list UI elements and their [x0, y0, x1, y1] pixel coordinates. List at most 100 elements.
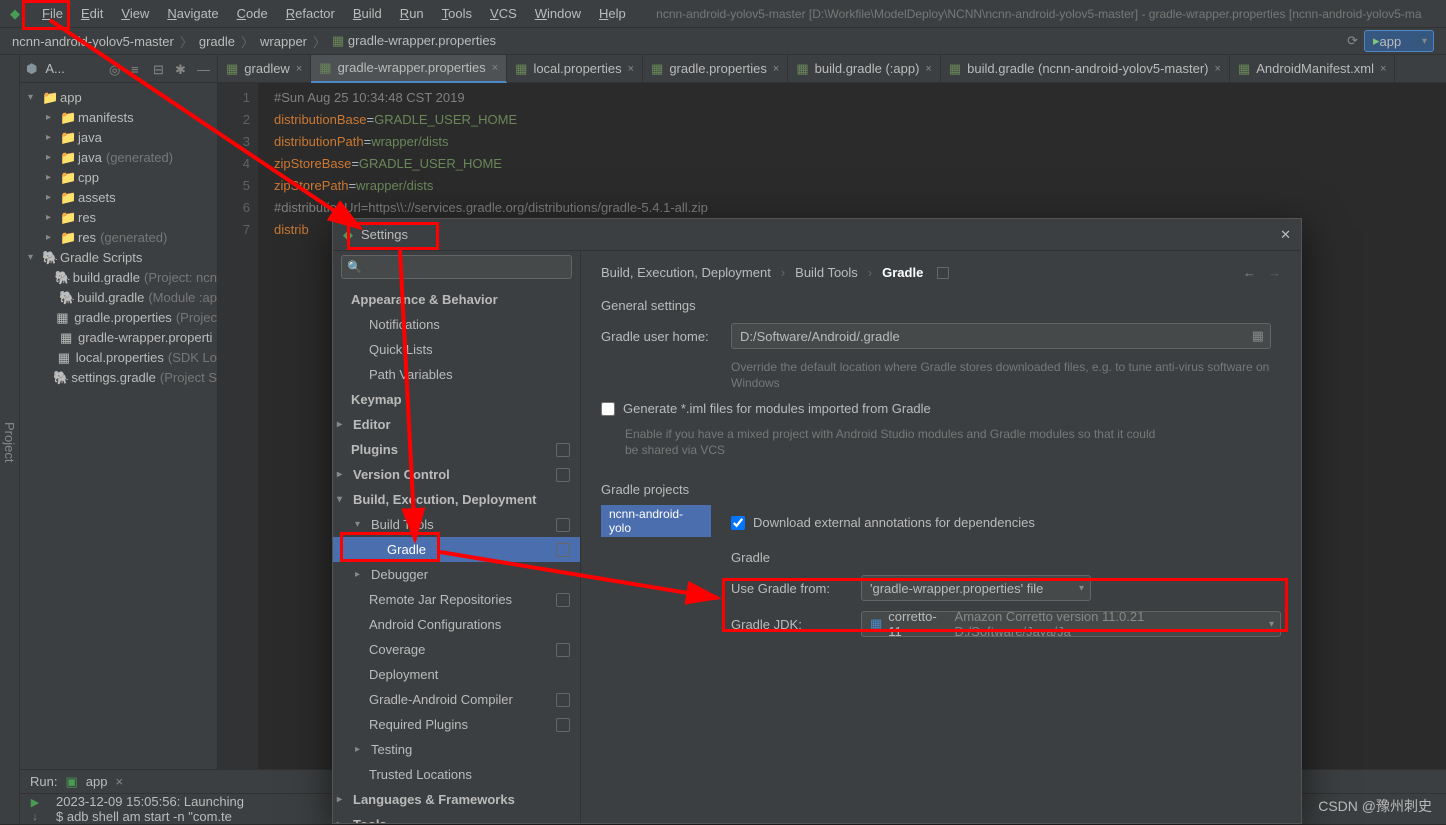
project-tree[interactable]: ▾ 📁 app ▸ 📁 manifests ▸ 📁 java ▸ 📁 java … — [20, 83, 217, 391]
menu-view[interactable]: View — [113, 2, 157, 25]
menu-refactor[interactable]: Refactor — [278, 2, 343, 25]
tree-row[interactable]: ▸ 📁 cpp — [20, 167, 217, 187]
close-tab-icon[interactable]: × — [1380, 63, 1386, 75]
close-tab-icon[interactable]: × — [773, 63, 779, 75]
settings-nav-item[interactable]: Appearance & Behavior — [333, 287, 580, 312]
menu-window[interactable]: Window — [527, 2, 589, 25]
back-icon[interactable]: ← — [1243, 265, 1256, 280]
breadcrumb-item[interactable]: ncnn-android-yolov5-master — [12, 34, 174, 49]
gradle-home-input[interactable]: D:/Software/Android/.gradle ▦ — [731, 323, 1271, 349]
settings-nav-item[interactable]: ▸Languages & Frameworks — [333, 787, 580, 812]
editor-tab[interactable]: ▦ local.properties× — [507, 55, 643, 83]
iml-hint: Enable if you have a mixed project with … — [625, 426, 1165, 458]
menu-edit[interactable]: Edit — [73, 2, 111, 25]
settings-nav-item[interactable]: ▾Build, Execution, Deployment — [333, 487, 580, 512]
menu-help[interactable]: Help — [591, 2, 634, 25]
settings-nav-item[interactable]: Gradle-Android Compiler — [333, 687, 580, 712]
close-tab-icon[interactable]: × — [296, 63, 302, 75]
settings-nav-item[interactable]: Deployment — [333, 662, 580, 687]
settings-nav-item[interactable]: ▸Testing — [333, 737, 580, 762]
gutter: 1234567 — [218, 83, 258, 769]
gradle-icon: ▦ — [796, 61, 808, 77]
filter-icon[interactable]: ≡ — [131, 62, 145, 76]
settings-nav-item[interactable]: ▸Debugger — [333, 562, 580, 587]
editor-tab[interactable]: ▦ gradle-wrapper.properties× — [311, 55, 507, 83]
settings-nav-item[interactable]: ▾Build Tools — [333, 512, 580, 537]
tree-row[interactable]: ▦ gradle.properties (Projec — [20, 307, 217, 327]
close-tab-icon[interactable]: × — [1215, 63, 1221, 75]
settings-icon[interactable]: ✱ — [175, 62, 189, 76]
menu-vcs[interactable]: VCS — [482, 2, 525, 25]
settings-nav-item[interactable]: Notifications — [333, 312, 580, 337]
rerun-icon[interactable]: ▶ — [31, 796, 39, 809]
tree-row[interactable]: ▸ 📁 java — [20, 127, 217, 147]
gradle-jdk-select[interactable]: ▦ corretto-11 Amazon Corretto version 11… — [861, 611, 1281, 637]
editor-tab[interactable]: ▦ gradlew× — [218, 55, 311, 83]
project-tool-button[interactable]: Project — [0, 61, 19, 824]
tree-row[interactable]: ▸ 📁 res (generated) — [20, 227, 217, 247]
settings-nav-item[interactable]: Gradle — [333, 537, 580, 562]
menu-run[interactable]: Run — [392, 2, 432, 25]
stop-icon[interactable]: ↓ — [32, 811, 38, 823]
tree-row[interactable]: 🐘 build.gradle (Project: ncn — [20, 267, 217, 287]
settings-nav-item[interactable]: Plugins — [333, 437, 580, 462]
target-icon[interactable]: ◎ — [109, 62, 123, 76]
close-tab-icon[interactable]: × — [925, 63, 931, 75]
editor-tab[interactable]: ▦ gradle.properties× — [643, 55, 788, 83]
settings-nav-item[interactable]: Trusted Locations — [333, 762, 580, 787]
settings-nav-item[interactable]: Quick Lists — [333, 337, 580, 362]
settings-nav-item[interactable]: Required Plugins — [333, 712, 580, 737]
run-config-icon: ▣ — [65, 774, 77, 790]
tree-row[interactable]: 🐘 build.gradle (Module :ap — [20, 287, 217, 307]
tree-row[interactable]: ▦ gradle-wrapper.properti — [20, 327, 217, 347]
tree-row[interactable]: ▸ 📁 manifests — [20, 107, 217, 127]
breadcrumb-item[interactable]: ▦ gradle-wrapper.properties — [332, 33, 496, 49]
close-icon[interactable]: × — [115, 774, 123, 789]
scope-badge-icon — [556, 468, 570, 482]
settings-breadcrumb: Build, Execution, Deployment› Build Tool… — [601, 265, 1281, 280]
use-gradle-select[interactable]: 'gradle-wrapper.properties' file▾ — [861, 575, 1091, 601]
editor-tab[interactable]: ▦ build.gradle (:app)× — [788, 55, 941, 83]
generate-iml-checkbox[interactable]: Generate *.iml files for modules importe… — [601, 401, 1281, 416]
settings-nav-item[interactable]: ▸Editor — [333, 412, 580, 437]
breadcrumb-item[interactable]: wrapper — [260, 34, 307, 49]
tree-row[interactable]: 🐘 settings.gradle (Project S — [20, 367, 217, 387]
menu-build[interactable]: Build — [345, 2, 390, 25]
settings-nav-item[interactable]: Coverage — [333, 637, 580, 662]
menu-code[interactable]: Code — [229, 2, 276, 25]
tool-window-strip: Project Resource Manager Bookmarks — [0, 55, 20, 824]
close-icon[interactable]: ✕ — [1280, 227, 1291, 243]
sync-icon[interactable]: ⟳ — [1347, 33, 1358, 49]
close-tab-icon[interactable]: × — [628, 63, 634, 75]
settings-search-input[interactable] — [341, 255, 572, 279]
collapse-icon[interactable]: ⊟ — [153, 62, 167, 76]
settings-nav-item[interactable]: Android Configurations — [333, 612, 580, 637]
project-list-item[interactable]: ncnn-android-yolo — [601, 505, 711, 537]
tree-row[interactable]: ▦ local.properties (SDK Lo — [20, 347, 217, 367]
prop-icon: ▦ — [651, 61, 663, 77]
breadcrumb-item[interactable]: gradle — [199, 34, 235, 49]
settings-nav-item[interactable]: Path Variables — [333, 362, 580, 387]
tree-row[interactable]: ▸ 📁 assets — [20, 187, 217, 207]
editor-tab[interactable]: ▦ AndroidManifest.xml× — [1230, 55, 1396, 83]
settings-tree[interactable]: Appearance & Behavior Notifications Quic… — [333, 283, 580, 823]
menu-navigate[interactable]: Navigate — [159, 2, 226, 25]
run-config-selector[interactable]: ▸ app▾ — [1364, 30, 1434, 52]
tree-row[interactable]: ▾ 🐘 Gradle Scripts — [20, 247, 217, 267]
settings-nav-item[interactable]: ▸Version Control — [333, 462, 580, 487]
download-annotations-checkbox[interactable]: Download external annotations for depend… — [731, 515, 1281, 530]
menu-file[interactable]: File — [34, 2, 71, 25]
tree-row[interactable]: ▸ 📁 java (generated) — [20, 147, 217, 167]
settings-nav-item[interactable]: Keymap — [333, 387, 580, 412]
settings-nav-item[interactable]: Remote Jar Repositories — [333, 587, 580, 612]
settings-nav-item[interactable]: ▸Tools — [333, 812, 580, 823]
close-tab-icon[interactable]: × — [492, 62, 498, 74]
tree-row[interactable]: ▸ 📁 res — [20, 207, 217, 227]
menu-tools[interactable]: Tools — [434, 2, 480, 25]
forward-icon: → — [1268, 265, 1281, 280]
gradle-home-label: Gradle user home: — [601, 329, 719, 344]
editor-tab[interactable]: ▦ build.gradle (ncnn-android-yolov5-mast… — [941, 55, 1230, 83]
hide-icon[interactable]: — — [197, 62, 211, 76]
browse-icon[interactable]: ▦ — [1252, 328, 1264, 344]
tree-row[interactable]: ▾ 📁 app — [20, 87, 217, 107]
